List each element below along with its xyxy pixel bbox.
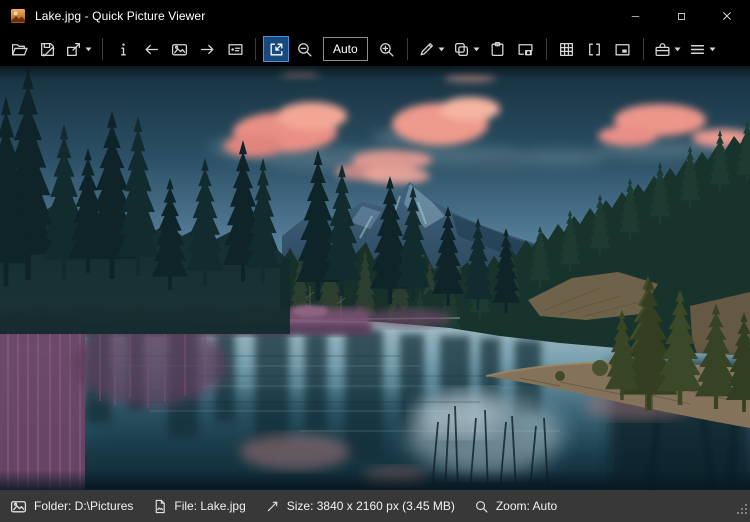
arrow-left-icon <box>145 44 158 54</box>
save-as-button[interactable] <box>34 36 60 62</box>
dropdown-caret-icon <box>85 47 92 51</box>
app-window: Lake.jpg - Quick Picture Viewer Auto Fol… <box>0 0 750 522</box>
status-size-label: Size: 3840 x 2160 px (3.45 MB) <box>286 499 455 513</box>
slideshow-icon <box>227 43 243 55</box>
window-controls <box>612 0 750 32</box>
minimize-icon <box>631 15 639 17</box>
dropdown-caret-icon <box>674 47 681 51</box>
grid-icon <box>560 42 574 56</box>
close-icon <box>723 12 731 20</box>
pencil-icon <box>420 42 433 55</box>
export-icon <box>67 42 80 56</box>
menu-icon <box>690 44 704 54</box>
snapshot-button[interactable] <box>513 36 539 62</box>
resize-grip[interactable] <box>736 502 748 520</box>
status-file-label: File: Lake.jpg <box>174 499 246 513</box>
picture-icon <box>171 43 187 55</box>
fullscreen-button[interactable] <box>582 36 608 62</box>
close-button[interactable] <box>704 0 750 32</box>
zoom-out-icon <box>297 42 312 57</box>
toolbar-separator <box>255 38 256 60</box>
file-image-icon <box>156 499 166 513</box>
lake-photo <box>0 66 750 490</box>
arrow-right-icon <box>200 44 213 54</box>
tools-button[interactable] <box>651 36 684 62</box>
status-size: Size: 3840 x 2160 px (3.45 MB) <box>265 499 455 514</box>
fullscreen-icon <box>589 43 601 55</box>
toolbox-icon <box>655 42 670 56</box>
top-vignette <box>0 66 750 78</box>
resize-grip-icon <box>737 504 747 514</box>
dropdown-caret-icon <box>473 47 480 51</box>
bottom-vignette <box>0 470 750 490</box>
zoom-in-button[interactable] <box>374 36 400 62</box>
folder-open-icon <box>11 43 28 55</box>
paste-button[interactable] <box>485 36 511 62</box>
picture-in-picture-button[interactable] <box>610 36 636 62</box>
export-button[interactable] <box>62 36 95 62</box>
status-bar: Folder: D:\Pictures File: Lake.jpg Size: 3… <box>0 490 750 522</box>
status-file: File: Lake.jpg <box>152 499 246 514</box>
checkerboard-background-button[interactable] <box>554 36 580 62</box>
save-icon <box>40 42 55 56</box>
magnifier-icon <box>475 500 488 512</box>
dropdown-caret-icon <box>709 47 716 51</box>
open-button[interactable] <box>6 36 32 62</box>
window-title: Lake.jpg - Quick Picture Viewer <box>35 9 206 23</box>
toolbar-separator <box>102 38 103 60</box>
copy-icon <box>454 42 468 56</box>
app-icon <box>11 9 25 23</box>
zoom-level-button[interactable]: Auto <box>323 37 368 61</box>
next-image-button[interactable] <box>194 36 220 62</box>
diagonal-arrow-icon <box>267 501 278 511</box>
zoom-in-icon <box>380 42 394 57</box>
status-folder: Folder: D:\Pictures <box>10 498 133 515</box>
toolbar: Auto <box>0 32 750 66</box>
edit-button[interactable] <box>415 36 448 62</box>
image-browser-button[interactable] <box>166 36 192 62</box>
toolbar-separator <box>406 38 408 60</box>
minimize-button[interactable] <box>612 0 658 32</box>
zoom-out-button[interactable] <box>291 36 317 62</box>
toolbar-separator <box>642 38 644 60</box>
main-menu-button[interactable] <box>686 36 719 62</box>
copy-button[interactable] <box>450 36 483 62</box>
status-folder-label: Folder: D:\Pictures <box>34 499 134 513</box>
maximize-button[interactable] <box>658 0 704 32</box>
maximize-icon <box>677 12 685 20</box>
snapshot-icon <box>518 43 533 55</box>
status-zoom: Zoom: Auto <box>474 499 557 514</box>
slideshow-button[interactable] <box>222 36 248 62</box>
image-canvas[interactable] <box>0 66 750 490</box>
info-icon <box>120 42 126 56</box>
auto-zoom-icon <box>270 43 282 55</box>
image-info-button[interactable] <box>110 36 136 62</box>
auto-zoom-button[interactable] <box>263 36 289 62</box>
status-zoom-label: Zoom: Auto <box>495 499 558 513</box>
pip-icon <box>615 43 630 55</box>
previous-image-button[interactable] <box>138 36 164 62</box>
title-bar: Lake.jpg - Quick Picture Viewer <box>0 0 750 32</box>
paste-icon <box>491 41 504 56</box>
toolbar-separator <box>545 38 547 60</box>
picture-icon <box>10 500 27 512</box>
dropdown-caret-icon <box>438 47 445 51</box>
